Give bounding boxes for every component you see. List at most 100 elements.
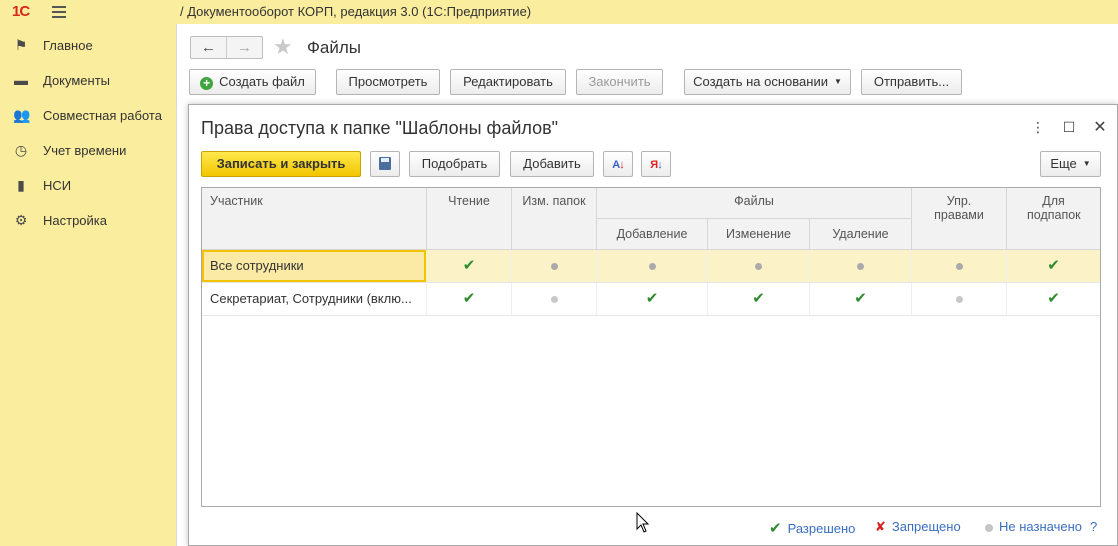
table-row[interactable]: Все сотрудники ✔ ✔ (202, 250, 1100, 283)
sidebar-item-main[interactable]: ⚑ Главное (0, 30, 176, 60)
edit-button[interactable]: Редактировать (450, 69, 566, 95)
legend-denied-label: Запрещено (891, 519, 961, 534)
folders-cell[interactable] (512, 283, 597, 315)
read-cell[interactable]: ✔ (427, 250, 512, 282)
close-icon[interactable]: ✕ (1092, 117, 1108, 137)
check-icon: ✔ (645, 290, 659, 307)
favorite-star-icon[interactable]: ★ (273, 34, 293, 60)
save-close-button[interactable]: Записать и закрыть (201, 151, 361, 177)
check-icon: ✔ (1047, 290, 1060, 307)
dot-icon (857, 263, 864, 271)
pick-button[interactable]: Подобрать (409, 151, 500, 177)
col-files-group: Файлы (597, 188, 912, 219)
top-bar: 1С / Документооборот КОРП, редакция 3.0 … (0, 0, 1118, 24)
sidebar-item-documents[interactable]: ▬ Документы (0, 65, 176, 95)
rights-cell[interactable] (912, 283, 1007, 315)
sidebar-item-label: Совместная работа (43, 107, 162, 123)
dot-icon (550, 296, 558, 304)
participant-cell[interactable]: Все сотрудники (202, 250, 426, 282)
delete-cell[interactable]: ✔ (810, 283, 912, 315)
nav-buttons: ← → (190, 36, 263, 59)
clock-icon: ◷ (14, 142, 28, 158)
books-icon: ▮ (17, 177, 25, 193)
col-folders[interactable]: Изм. папок (512, 188, 597, 250)
sidebar-item-nsi[interactable]: ▮ НСИ (0, 170, 176, 200)
finish-button[interactable]: Закончить (576, 69, 663, 95)
mouse-cursor-icon (636, 512, 650, 533)
plus-icon: + (200, 77, 214, 90)
dot-icon (755, 263, 762, 271)
dot-icon (955, 296, 963, 304)
table-row[interactable]: Секретариат, Сотрудники (вклю... ✔ ✔ ✔ ✔… (202, 283, 1100, 316)
access-rights-table: Участник Чтение Изм. папок Файлы Добавле… (201, 187, 1101, 507)
dot-icon (550, 263, 558, 271)
legend-unset-label: Не назначено (999, 519, 1082, 534)
col-subfolders[interactable]: Для подпапок (1007, 188, 1100, 250)
delete-cell[interactable] (810, 250, 912, 282)
read-cell[interactable]: ✔ (427, 283, 512, 315)
more-button[interactable]: Еще ▼ (1040, 151, 1101, 177)
legend-denied[interactable]: ✘ Запрещено (875, 519, 961, 535)
send-button[interactable]: Отправить... (861, 69, 962, 95)
legend-allowed[interactable]: ✔ Разрешено (769, 519, 855, 537)
folders-cell[interactable] (512, 250, 597, 282)
create-based-button[interactable]: Создать на основании ▼ (684, 69, 851, 95)
add-cell[interactable]: ✔ (597, 283, 708, 315)
app-logo[interactable]: 1С (12, 3, 30, 20)
sort-ascending-icon: A↓ (612, 159, 624, 171)
sort-asc-button[interactable]: A↓ (603, 151, 633, 177)
dot-icon (648, 263, 656, 271)
maximize-icon[interactable]: ☐ (1061, 119, 1077, 136)
sidebar: ⚑ Главное ▬ Документы 👥 Совместная работ… (0, 24, 176, 546)
sidebar-item-label: Учет времени (43, 142, 127, 158)
dialog-title: Права доступа к папке "Шаблоны файлов" (201, 118, 559, 138)
dot-icon (955, 263, 963, 271)
access-rights-dialog: Права доступа к папке "Шаблоны файлов" ⋮… (188, 104, 1118, 546)
sidebar-item-label: Настройка (43, 212, 107, 228)
add-cell[interactable] (597, 250, 708, 282)
folder-icon: ▬ (14, 72, 28, 88)
add-button[interactable]: Добавить (510, 151, 594, 177)
gear-icon: ⚙ (14, 212, 28, 228)
dot-icon (985, 523, 993, 532)
back-button[interactable]: ← (191, 37, 226, 58)
sort-desc-button[interactable]: Я↓ (641, 151, 671, 177)
col-add[interactable]: Добавление (597, 219, 708, 250)
sidebar-item-settings[interactable]: ⚙ Настройка (0, 205, 176, 235)
sidebar-item-collaboration[interactable]: 👥 Совместная работа (0, 100, 176, 130)
floppy-disk-icon (379, 157, 391, 170)
flag-icon: ⚑ (14, 37, 28, 53)
sidebar-item-label: Главное (43, 37, 93, 53)
cross-icon: ✘ (875, 519, 886, 534)
change-cell[interactable] (708, 250, 810, 282)
sidebar-item-label: Документы (43, 72, 111, 88)
col-rights[interactable]: Упр. правами (912, 188, 1007, 250)
rights-cell[interactable] (912, 250, 1007, 282)
chevron-down-icon: ▼ (833, 77, 842, 86)
legend-unset[interactable]: Не назначено (985, 519, 1082, 534)
forward-button[interactable]: → (226, 37, 262, 58)
more-vertical-icon[interactable]: ⋮ (1030, 119, 1046, 136)
check-icon: ✔ (1047, 257, 1060, 274)
participant-cell[interactable]: Секретариат, Сотрудники (вклю... (202, 283, 427, 315)
sidebar-item-time[interactable]: ◷ Учет времени (0, 135, 176, 165)
save-button[interactable] (370, 151, 400, 177)
col-participant[interactable]: Участник (202, 188, 427, 250)
legend-allowed-label: Разрешено (787, 521, 856, 536)
col-change[interactable]: Изменение (708, 219, 810, 250)
more-label: Еще (1050, 156, 1077, 171)
help-icon[interactable]: ? (1090, 519, 1097, 534)
chevron-down-icon: ▼ (1082, 159, 1091, 168)
check-icon: ✔ (769, 520, 782, 537)
col-delete[interactable]: Удаление (810, 219, 912, 250)
subfolders-cell[interactable]: ✔ (1007, 250, 1100, 282)
menu-icon[interactable] (52, 6, 66, 18)
create-file-button[interactable]: + Создать файл (189, 69, 316, 95)
col-read[interactable]: Чтение (427, 188, 512, 250)
create-file-label: Создать файл (219, 74, 305, 89)
sort-descending-icon: Я↓ (650, 159, 662, 171)
view-button[interactable]: Просмотреть (336, 69, 440, 95)
check-icon: ✔ (462, 257, 476, 274)
change-cell[interactable]: ✔ (708, 283, 810, 315)
subfolders-cell[interactable]: ✔ (1007, 283, 1100, 315)
